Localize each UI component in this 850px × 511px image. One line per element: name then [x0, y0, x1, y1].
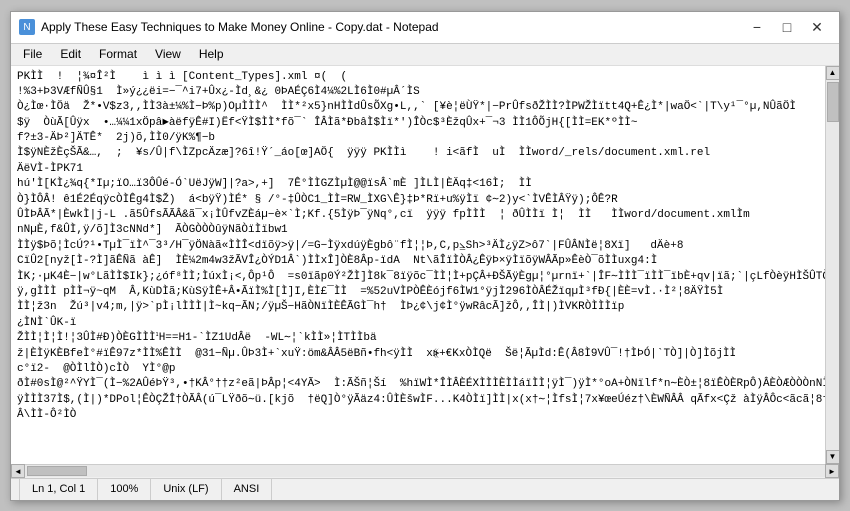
- status-encoding: ANSI: [222, 479, 273, 500]
- notepad-window: N Apply These Easy Techniques to Make Mo…: [10, 11, 840, 501]
- scroll-down-button[interactable]: ▼: [826, 450, 840, 464]
- window-title: Apply These Easy Techniques to Make Mone…: [41, 20, 439, 34]
- status-zoom: 100%: [98, 479, 151, 500]
- menu-bar: File Edit Format View Help: [11, 44, 839, 66]
- window-controls: − □ ✕: [743, 16, 831, 38]
- menu-edit[interactable]: Edit: [52, 45, 89, 63]
- horizontal-scrollbar[interactable]: ◄ ►: [11, 464, 839, 478]
- menu-file[interactable]: File: [15, 45, 50, 63]
- content-area: PKÌÌ ! ¦¾¤Î²Ì ì ì ì [Content_Types].xml …: [11, 66, 839, 464]
- scroll-track[interactable]: [826, 80, 839, 450]
- vertical-scrollbar[interactable]: ▲ ▼: [825, 66, 839, 464]
- scroll-left-button[interactable]: ◄: [11, 464, 25, 478]
- text-editor[interactable]: PKÌÌ ! ¦¾¤Î²Ì ì ì ì [Content_Types].xml …: [11, 66, 825, 464]
- scroll-thumb[interactable]: [827, 82, 839, 122]
- title-bar: N Apply These Easy Techniques to Make Mo…: [11, 12, 839, 44]
- status-line-ending: Unix (LF): [151, 479, 221, 500]
- menu-help[interactable]: Help: [191, 45, 232, 63]
- scroll-up-button[interactable]: ▲: [826, 66, 840, 80]
- status-line-col: Ln 1, Col 1: [19, 479, 98, 500]
- menu-view[interactable]: View: [147, 45, 189, 63]
- title-bar-left: N Apply These Easy Techniques to Make Mo…: [19, 19, 439, 35]
- status-bar: Ln 1, Col 1 100% Unix (LF) ANSI: [11, 478, 839, 500]
- app-icon: N: [19, 19, 35, 35]
- minimize-button[interactable]: −: [743, 16, 771, 38]
- h-scroll-track[interactable]: [25, 465, 825, 477]
- close-button[interactable]: ✕: [803, 16, 831, 38]
- menu-format[interactable]: Format: [91, 45, 145, 63]
- maximize-button[interactable]: □: [773, 16, 801, 38]
- scroll-right-button[interactable]: ►: [825, 464, 839, 478]
- h-scroll-thumb[interactable]: [27, 466, 87, 476]
